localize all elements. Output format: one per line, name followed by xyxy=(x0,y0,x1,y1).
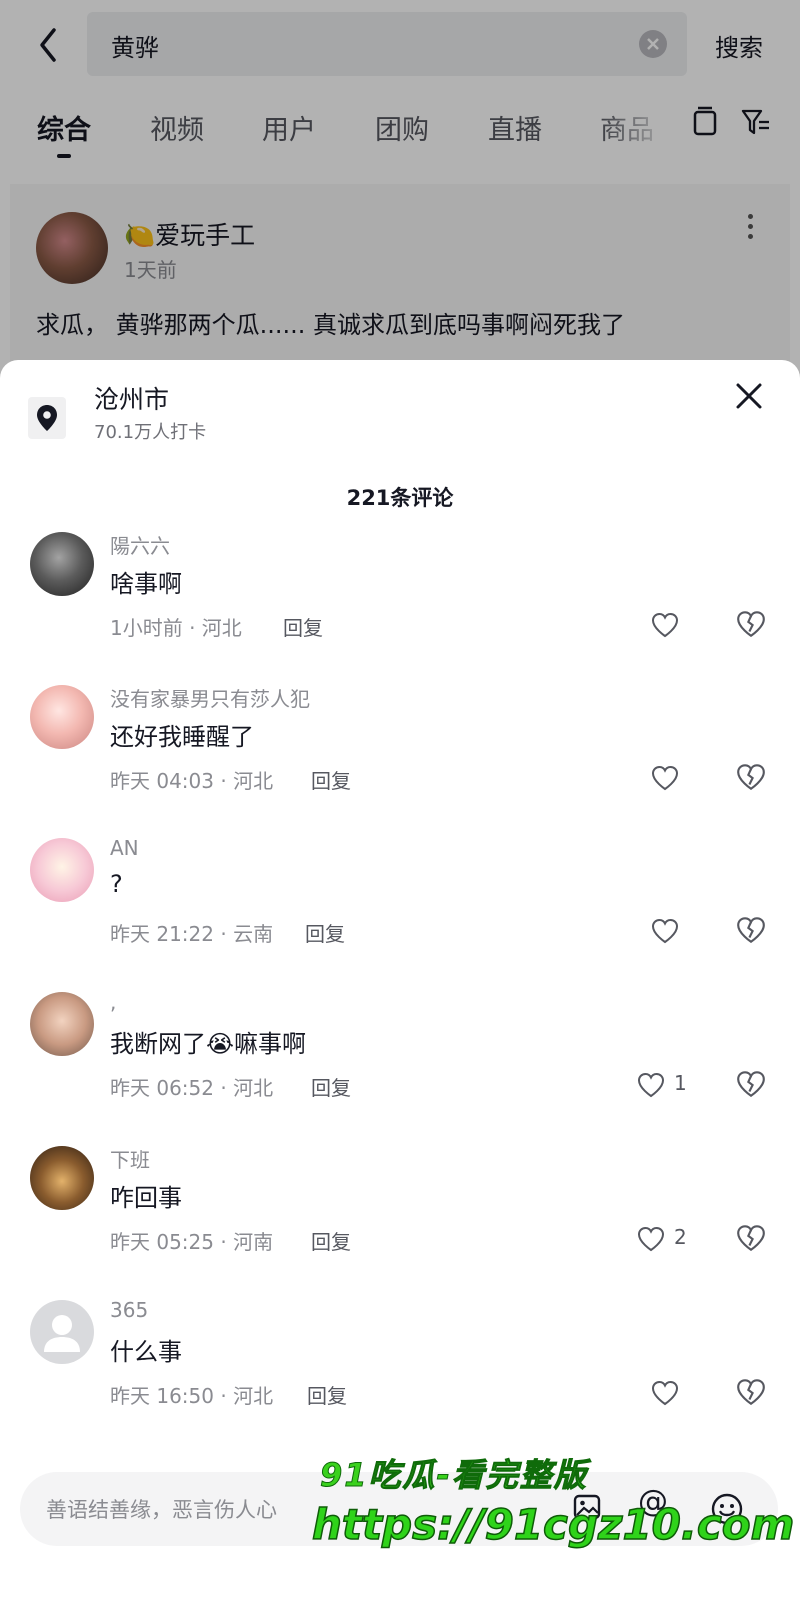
heart-icon xyxy=(637,1072,665,1098)
dislike-button[interactable] xyxy=(735,1222,767,1254)
comment-text: 咋回事 xyxy=(110,1184,182,1212)
broken-heart-icon xyxy=(737,1225,765,1252)
comment-text: 啥事啊 xyxy=(110,570,182,598)
location-checkin-count: 70.1万人打卡 xyxy=(94,422,207,443)
commenter-avatar[interactable] xyxy=(30,992,94,1056)
reply-button[interactable]: 回复 xyxy=(307,1380,347,1409)
location-pin-icon xyxy=(37,405,57,431)
comment-time-location: 昨天 04:03 · 河北 xyxy=(110,769,274,793)
comment-text: ? xyxy=(110,870,123,898)
comment-count: 221条评论 xyxy=(346,486,454,510)
like-button[interactable] xyxy=(650,608,730,642)
comment-item[interactable]: , 我断网了😭嘛事啊 昨天 06:52 · 河北 回复 1 xyxy=(0,980,800,1130)
heart-icon xyxy=(637,1226,665,1252)
dislike-button[interactable] xyxy=(735,914,767,946)
comment-text: 我断网了😭嘛事啊 xyxy=(110,1030,307,1058)
watermark-url: https://91cgz10.com xyxy=(311,1499,795,1550)
heart-icon xyxy=(651,1380,679,1406)
location-icon-box xyxy=(28,397,66,439)
comment-item[interactable]: 365 什么事 昨天 16:50 · 河北 回复 xyxy=(0,1288,800,1438)
broken-heart-icon xyxy=(737,764,765,791)
broken-heart-icon xyxy=(737,611,765,638)
broken-heart-icon xyxy=(737,1379,765,1406)
commenter-avatar[interactable] xyxy=(30,1300,94,1364)
reply-button[interactable]: 回复 xyxy=(311,765,351,794)
comment-input-placeholder: 善语结善缘，恶言伤人心 xyxy=(46,1498,277,1522)
commenter-avatar[interactable] xyxy=(30,1146,94,1210)
like-count: 1 xyxy=(674,1071,687,1095)
dislike-button[interactable] xyxy=(735,1068,767,1100)
dislike-button[interactable] xyxy=(735,761,767,793)
reply-button[interactable]: 回复 xyxy=(283,612,323,641)
reply-button[interactable]: 回复 xyxy=(305,918,345,947)
broken-heart-icon xyxy=(737,1071,765,1098)
commenter-avatar[interactable] xyxy=(30,838,94,902)
location-title[interactable]: 沧州市 xyxy=(94,380,169,416)
dislike-button[interactable] xyxy=(735,608,767,640)
like-button[interactable] xyxy=(650,761,730,795)
like-button[interactable]: 1 xyxy=(636,1068,716,1102)
comment-time-location: 昨天 16:50 · 河北 xyxy=(110,1384,274,1408)
like-button[interactable] xyxy=(650,1376,730,1410)
commenter-name[interactable]: 365 xyxy=(110,1298,148,1322)
default-user-icon xyxy=(44,1315,80,1352)
heart-icon xyxy=(651,612,679,638)
commenter-name[interactable]: 陽六六 xyxy=(110,530,170,559)
like-button[interactable]: 2 xyxy=(636,1222,716,1256)
comment-time-location: 昨天 05:25 · 河南 xyxy=(110,1230,274,1254)
commenter-name[interactable]: 下班 xyxy=(110,1144,150,1173)
dislike-button[interactable] xyxy=(735,1376,767,1408)
comment-text: 还好我睡醒了 xyxy=(110,723,254,751)
comment-item[interactable]: 没有家暴男只有莎人犯 还好我睡醒了 昨天 04:03 · 河北 回复 xyxy=(0,673,800,823)
comment-sheet: 沧州市 70.1万人打卡 221条评论 陽六六 啥事啊 1小时前 · 河北 回复 xyxy=(0,360,800,1605)
close-button[interactable] xyxy=(733,380,765,412)
heart-icon xyxy=(651,765,679,791)
comment-time-location: 1小时前 · 河北 xyxy=(110,616,242,640)
reply-button[interactable]: 回复 xyxy=(311,1072,351,1101)
comment-time-location: 昨天 06:52 · 河北 xyxy=(110,1076,274,1100)
commenter-avatar[interactable] xyxy=(30,532,94,596)
commenter-avatar[interactable] xyxy=(30,685,94,749)
comment-time-location: 昨天 21:22 · 云南 xyxy=(110,922,274,946)
reply-button[interactable]: 回复 xyxy=(311,1226,351,1255)
heart-icon xyxy=(651,918,679,944)
like-button[interactable] xyxy=(650,914,730,948)
commenter-name[interactable]: , xyxy=(110,990,116,1014)
comment-text: 什么事 xyxy=(110,1338,182,1366)
comment-item[interactable]: AN ? 昨天 21:22 · 云南 回复 xyxy=(0,826,800,976)
like-count: 2 xyxy=(674,1225,687,1249)
comment-item[interactable]: 陽六六 啥事啊 1小时前 · 河北 回复 xyxy=(0,520,800,670)
watermark-text: 91吃瓜-看完整版 xyxy=(320,1456,588,1495)
commenter-name[interactable]: 没有家暴男只有莎人犯 xyxy=(110,683,310,712)
commenter-name[interactable]: AN xyxy=(110,836,139,860)
close-icon xyxy=(736,383,762,409)
comment-item[interactable]: 下班 咋回事 昨天 05:25 · 河南 回复 2 xyxy=(0,1134,800,1284)
broken-heart-icon xyxy=(737,917,765,944)
